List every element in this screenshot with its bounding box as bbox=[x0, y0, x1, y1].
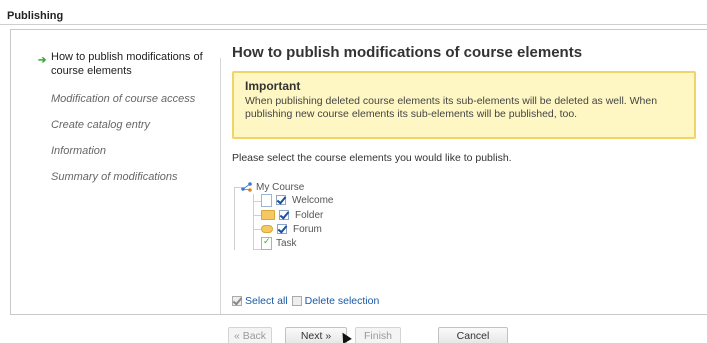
tree-line bbox=[253, 229, 261, 230]
main-heading: How to publish modifications of course e… bbox=[232, 44, 583, 61]
step-summary-of-modifications[interactable]: Summary of modifications bbox=[51, 170, 216, 184]
select-all-link[interactable]: Select all bbox=[245, 295, 288, 307]
delete-selection-checkbox[interactable] bbox=[291, 296, 302, 306]
tree-item-folder: Folder bbox=[261, 208, 323, 222]
folder-checkbox[interactable] bbox=[279, 210, 289, 220]
tree-line bbox=[253, 201, 261, 202]
tree-item-welcome: Welcome bbox=[261, 193, 334, 207]
title-divider bbox=[0, 24, 707, 25]
step-create-catalog-entry[interactable]: Create catalog entry bbox=[51, 118, 216, 132]
tree-item-forum: Forum bbox=[261, 222, 322, 236]
tree-item-label: Welcome bbox=[292, 194, 334, 206]
task-icon bbox=[261, 236, 272, 250]
selection-controls: Select all Delete selection bbox=[232, 295, 379, 307]
step-information[interactable]: Information bbox=[51, 144, 216, 158]
tree-line bbox=[234, 187, 235, 250]
tree-item-label: Task bbox=[276, 237, 297, 249]
delete-selection-link[interactable]: Delete selection bbox=[305, 295, 380, 307]
wizard-footer: « Back Next » Finish Cancel bbox=[0, 322, 707, 343]
step-how-to-publish[interactable]: How to publish modifications of course e… bbox=[51, 50, 216, 78]
course-root-icon bbox=[241, 182, 253, 192]
alert-title: Important bbox=[245, 79, 301, 93]
cancel-button[interactable]: Cancel bbox=[438, 327, 508, 343]
tree-item-label: Forum bbox=[293, 223, 322, 235]
course-tree: My Course Welcome Folder Forum Task bbox=[231, 180, 491, 263]
panel-divider bbox=[220, 58, 221, 314]
back-button[interactable]: « Back bbox=[228, 327, 272, 343]
important-alert: Important When publishing deleted course… bbox=[232, 71, 696, 139]
tree-root-label: My Course bbox=[256, 181, 305, 193]
tree-root: My Course bbox=[241, 180, 304, 194]
step-modification-of-course-access[interactable]: Modification of course access bbox=[51, 92, 216, 106]
wizard-panel: ➔ How to publish modifications of course… bbox=[10, 29, 707, 315]
welcome-checkbox[interactable] bbox=[276, 195, 286, 205]
forum-checkbox[interactable] bbox=[277, 224, 287, 234]
tree-line bbox=[253, 215, 261, 216]
tree-line bbox=[253, 249, 261, 250]
select-all-checkbox[interactable] bbox=[232, 296, 242, 306]
folder-icon bbox=[261, 210, 275, 220]
tree-item-label: Folder bbox=[295, 209, 324, 221]
forum-icon bbox=[261, 225, 273, 233]
tree-item-task: Task bbox=[261, 236, 297, 250]
alert-text: When publishing deleted course elements … bbox=[245, 95, 658, 120]
finish-button[interactable]: Finish bbox=[355, 327, 401, 343]
document-icon bbox=[261, 193, 272, 207]
selection-prompt: Please select the course elements you wo… bbox=[232, 152, 512, 164]
tree-line bbox=[253, 194, 254, 250]
active-step-arrow-icon: ➔ bbox=[38, 55, 47, 66]
page-title: Publishing bbox=[7, 10, 64, 22]
